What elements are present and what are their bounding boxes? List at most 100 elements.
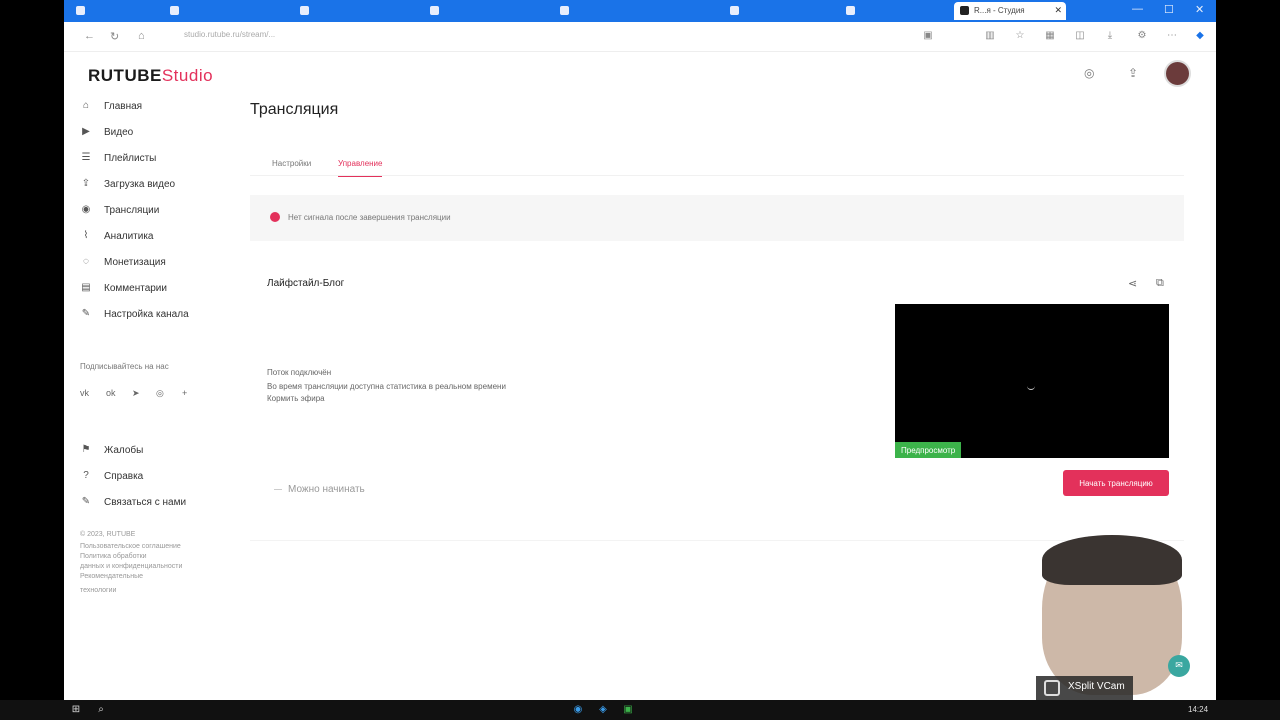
sidebar-item-analytics[interactable]: ⌇ Аналитика <box>78 228 228 246</box>
flag-icon: ⚑ <box>81 444 91 455</box>
back-icon[interactable]: ← <box>84 30 95 42</box>
preview-badge: Предпросмотр <box>895 442 962 458</box>
collections-icon[interactable]: ▦ <box>1044 30 1056 42</box>
browser-tab[interactable] <box>294 2 424 20</box>
sidebar-item-channel-settings[interactable]: ✎ Настройка канала <box>78 306 228 324</box>
close-tab-icon[interactable]: ✕ <box>1054 5 1062 16</box>
menu-icon[interactable]: ⋯ <box>1166 30 1178 42</box>
browser-tab[interactable] <box>424 2 554 20</box>
start-broadcast-button[interactable]: Начать трансляцию <box>1063 470 1169 496</box>
sidebar-item-complaints[interactable]: ⚑ Жалобы <box>78 442 228 460</box>
playlist-icon: ☰ <box>81 152 91 163</box>
browser-tab[interactable] <box>554 2 684 20</box>
share-icon[interactable]: ⋖ <box>1128 277 1137 290</box>
maximize-icon[interactable]: ☐ <box>1164 3 1174 16</box>
favicon-icon <box>170 6 179 15</box>
browser-window: R...я - Студия ✕ — ☐ ✕ ← ↻ ⌂ studio.rutu… <box>64 0 1216 700</box>
viber-icon[interactable]: ◎ <box>156 388 164 399</box>
download-icon[interactable]: ⤓ <box>1104 30 1116 42</box>
loading-spinner-icon <box>1027 382 1035 390</box>
stream-status-detail: Во время трансляции доступна статистика … <box>267 382 506 391</box>
vk-icon[interactable]: vk <box>80 388 89 398</box>
reload-icon[interactable]: ↻ <box>110 30 119 43</box>
search-icon[interactable]: ⌕ <box>95 704 107 716</box>
external-link-icon[interactable]: ⧉ <box>1156 277 1164 290</box>
windows-taskbar: ⊞ ⌕ ◉ ◈ ▣ 14:24 <box>0 700 1280 720</box>
bell-icon <box>270 212 280 222</box>
avatar[interactable] <box>1164 60 1191 87</box>
windows-start-icon[interactable]: ⊞ <box>70 704 82 716</box>
stream-card: Лайфстайл-Блог ⋖ ⧉ Поток подключён Во вр… <box>250 260 1184 515</box>
browser-tab[interactable] <box>164 2 294 20</box>
stream-preview[interactable]: Предпросмотр <box>895 304 1169 458</box>
alert-banner: Нет сигнала после завершения трансляции <box>250 195 1184 241</box>
tab-management[interactable]: Управление <box>338 159 383 177</box>
sidebar-item-comments[interactable]: ▤ Комментарии <box>78 280 228 298</box>
favicon-icon <box>300 6 309 15</box>
rutube-favicon-icon <box>960 6 969 15</box>
chat-support-icon[interactable]: ✉ <box>1168 655 1190 677</box>
footer-link[interactable]: данных и конфиденциальности <box>80 562 210 572</box>
extensions-icon[interactable]: ⚙ <box>1136 30 1148 42</box>
minimize-icon[interactable]: — <box>1132 3 1143 15</box>
ok-icon[interactable]: ok <box>106 388 116 398</box>
telegram-icon[interactable]: ➤ <box>132 388 140 399</box>
upload-icon: ⇪ <box>81 178 91 189</box>
stream-status: Поток подключён <box>267 368 332 377</box>
extension-icon[interactable]: ▣ <box>922 30 934 42</box>
footer-link[interactable]: Политика обработки <box>80 552 210 562</box>
add-icon[interactable]: ◎ <box>1084 66 1094 80</box>
sidebar-item-home[interactable]: ⌂ Главная <box>78 98 228 116</box>
taskbar-app-icon[interactable]: ▣ <box>622 704 634 716</box>
home-icon[interactable]: ⌂ <box>138 30 145 42</box>
ready-status: Можно начинать <box>274 484 365 495</box>
video-icon: ▶ <box>82 126 90 137</box>
favicon-icon <box>76 6 85 15</box>
browser-tab-bar: R...я - Студия ✕ — ☐ ✕ <box>64 0 1216 22</box>
sidebar-item-playlists[interactable]: ☰ Плейлисты <box>78 150 228 168</box>
url-field[interactable]: studio.rutube.ru/stream/... <box>184 30 924 44</box>
stream-status-detail: Кормить эфира <box>267 394 325 403</box>
more-icon[interactable]: + <box>182 388 187 398</box>
sidebar-item-upload[interactable]: ⇪ Загрузка видео <box>78 176 228 194</box>
sidebar-item-monetization[interactable]: ◌ Монетизация <box>78 254 228 272</box>
sidebar-item-video[interactable]: ▶ Видео <box>78 124 228 142</box>
browser-tab-active[interactable]: R...я - Студия ✕ <box>954 2 1066 20</box>
alert-text: Нет сигнала после завершения трансляции <box>288 213 451 222</box>
favicon-icon <box>560 6 569 15</box>
tab-settings[interactable]: Настройки <box>272 159 311 168</box>
favicon-icon <box>430 6 439 15</box>
taskbar-app-icon[interactable]: ◈ <box>597 704 609 716</box>
split-screen-icon[interactable]: ▥ <box>984 30 996 42</box>
stream-title: Лайфстайл-Блог <box>267 278 345 289</box>
footer-link[interactable]: технологии <box>80 586 210 596</box>
footer-link[interactable]: Пользовательское соглашение <box>80 542 210 552</box>
footer-copyright: © 2023, RUTUBE <box>80 531 136 538</box>
xsplit-vcam-label: XSplit VCam <box>1036 676 1133 700</box>
comment-icon: ▤ <box>81 282 91 293</box>
subscribe-heading: Подписывайтесь на нас <box>80 362 169 371</box>
browser-tab[interactable] <box>70 2 100 20</box>
edge-icon[interactable]: ◉ <box>572 704 584 716</box>
broadcast-icon: ◉ <box>81 204 91 215</box>
sidebar-item-contact[interactable]: ✎ Связаться с нами <box>78 494 228 512</box>
analytics-icon: ⌇ <box>83 230 89 241</box>
notifications-icon[interactable]: ⇪ <box>1128 66 1138 80</box>
footer-link[interactable]: Рекомендательные <box>80 572 210 582</box>
home-icon: ⌂ <box>82 100 90 111</box>
favicon-icon <box>846 6 855 15</box>
rutube-studio-logo[interactable]: RUTUBEStudio <box>88 66 213 86</box>
page-tabs: Настройки Управление <box>250 152 1184 177</box>
sidebar-item-help[interactable]: ? Справка <box>78 468 228 486</box>
settings-icon: ✎ <box>81 308 91 319</box>
favicon-icon <box>730 6 739 15</box>
screenshot-icon[interactable]: ◫ <box>1074 30 1086 42</box>
sidebar-item-broadcasts[interactable]: ◉ Трансляции <box>78 202 228 220</box>
favorites-icon[interactable]: ☆ <box>1014 30 1026 42</box>
profile-icon[interactable]: ◆ <box>1194 30 1206 42</box>
browser-tab[interactable] <box>724 2 834 20</box>
browser-tab[interactable] <box>840 2 950 20</box>
close-window-icon[interactable]: ✕ <box>1195 3 1204 16</box>
webcam-hair <box>1042 535 1182 585</box>
contact-icon: ✎ <box>81 496 91 507</box>
